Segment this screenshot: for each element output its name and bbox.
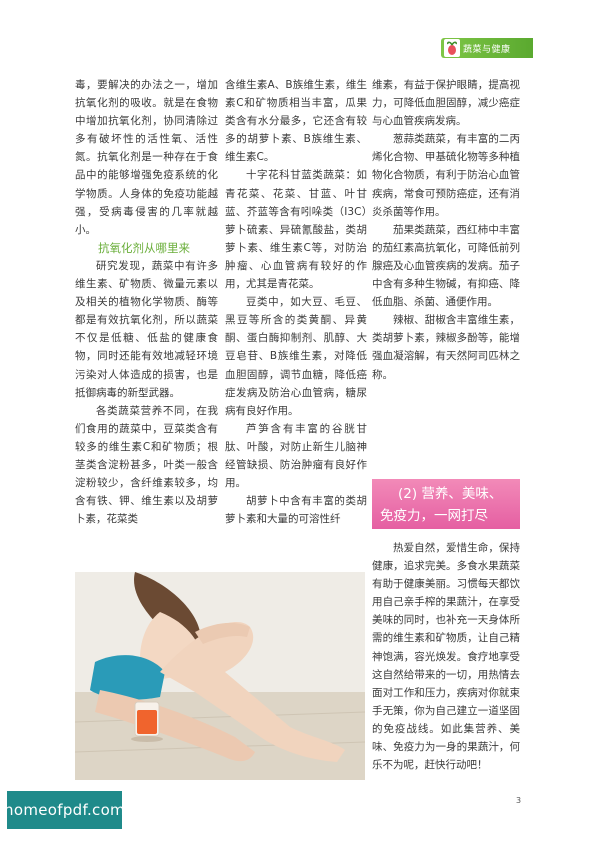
text-column-3: 维素，有益于保护眼睛，提高视力，可降低血胆固醇，减少癌症与心血管疾病发病。 葱蒜… [372, 76, 520, 774]
woman-with-juice-photo [75, 572, 365, 780]
banner-line-1: (2) 营养、美味、 [398, 486, 503, 502]
paragraph: 豆类中，如大豆、毛豆、黑豆等所含的类黄酮、异黄酮、蛋白酶抑制剂、肌醇、大豆皂苷、… [225, 296, 367, 417]
watermark-badge: homeofpdf.com [4, 791, 125, 829]
paragraph: 茄果类蔬菜，西红柿中丰富的茄红素高抗氧化，可降低前列腺癌及心血管疾病的发病。茄子… [372, 223, 520, 309]
paragraph: 维素，有益于保护眼睛，提高视力，可降低血胆固醇，减少癌症与心血管疾病发病。 [372, 79, 520, 128]
section-header-label: 蔬菜与健康 [463, 44, 511, 55]
paragraph: 研究发现，蔬菜中有许多维生素、矿物质、微量元素以及相关的植物化学物质、酶等都是有… [75, 259, 218, 399]
paragraph: 毒，要解决的办法之一，增加抗氧化剂的吸收。就是在食物中增加抗氧化剂，协同清除过多… [75, 79, 218, 236]
paragraph: 辣椒、甜椒含丰富维生素，类胡萝卜素，辣椒多酚等，能增强血凝溶解，有天然阿司匹林之… [372, 314, 520, 381]
banner-line-2: 免疫力，一网打尽 [380, 508, 488, 524]
photo-illustration [75, 572, 365, 780]
paragraph: 含维生素A、B族维生素，维生素C和矿物质相当丰富，瓜果类含有水分最多，它还含有较… [225, 79, 367, 164]
paragraph: 葱蒜类蔬菜，有丰富的二丙烯化合物、甲基硫化物等多种植物化合物质，有利于防治心血管… [372, 133, 520, 218]
subheading: 抗氧化剂从哪里来 [98, 240, 190, 255]
paragraph: 热爱自然，爱惜生命，保持健康，追求完美。多食水果蔬菜有助于健康美丽。习惯每天都饮… [372, 542, 520, 772]
section-header-tab: 蔬菜与健康 [441, 38, 533, 58]
section-banner: (2) 营养、美味、 免疫力，一网打尽 [372, 479, 520, 529]
paragraph: 胡萝卜中含有丰富的类胡萝卜素和大量的可溶性纤 [225, 495, 367, 526]
vegetable-icon [444, 39, 460, 57]
text-column-1: 毒，要解决的办法之一，增加抗氧化剂的吸收。就是在食物中增加抗氧化剂，协同清除过多… [75, 76, 218, 528]
paragraph: 十字花科甘蓝类蔬菜：如青花菜、花菜、甘蓝、叶甘蓝、芥蓝等含有吲哚类（I3C）萝卜… [225, 169, 367, 291]
paragraph: 各类蔬菜营养不同，在我们食用的蔬菜中，豆菜类含有较多的维生素C和矿物质；根茎类含… [75, 404, 218, 526]
paragraph: 芦笋含有丰富的谷胱甘肽、叶酸，对防止新生儿脑神经管缺损、防治肿瘤有良好作用。 [225, 422, 367, 490]
page-number: 3 [516, 796, 522, 805]
text-column-2: 含维生素A、B族维生素，维生素C和矿物质相当丰富，瓜果类含有水分最多，它还含有较… [225, 76, 367, 528]
